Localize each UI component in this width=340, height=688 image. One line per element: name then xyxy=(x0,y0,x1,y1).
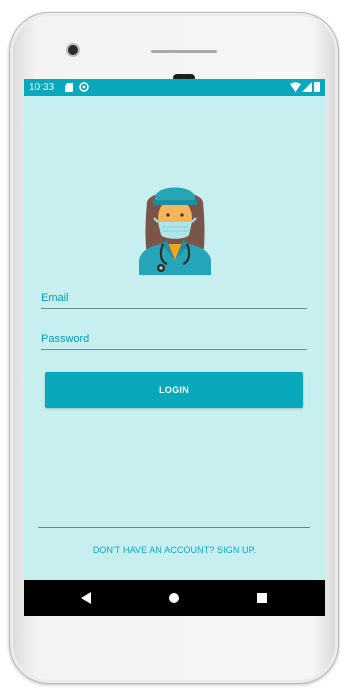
email-field[interactable] xyxy=(41,288,307,309)
status-time: 10:33 xyxy=(29,82,55,93)
password-field[interactable] xyxy=(41,329,307,350)
front-camera xyxy=(68,45,78,55)
speaker-grille xyxy=(151,50,217,53)
status-bar: 10:33 xyxy=(24,79,325,96)
doctor-avatar-icon xyxy=(139,187,211,275)
password-input[interactable] xyxy=(41,330,307,348)
back-icon[interactable] xyxy=(81,592,92,604)
recents-icon[interactable] xyxy=(257,593,267,603)
wifi-icon xyxy=(290,82,301,92)
navigation-bar xyxy=(24,580,325,616)
login-button[interactable]: LOGIN xyxy=(45,372,303,408)
home-icon[interactable] xyxy=(169,593,179,603)
sync-icon xyxy=(79,82,89,92)
signup-link[interactable]: DON'T HAVE AN ACCOUNT? SIGN UP. xyxy=(24,545,325,555)
email-input[interactable] xyxy=(41,289,307,307)
sd-card-icon xyxy=(65,83,73,92)
signal-icon xyxy=(302,82,312,92)
footer-divider xyxy=(38,527,310,528)
app-screen: 10:33 Email LOGIN DON'T HAVE AN ACCOUNT?… xyxy=(24,79,325,616)
battery-icon xyxy=(314,82,320,92)
